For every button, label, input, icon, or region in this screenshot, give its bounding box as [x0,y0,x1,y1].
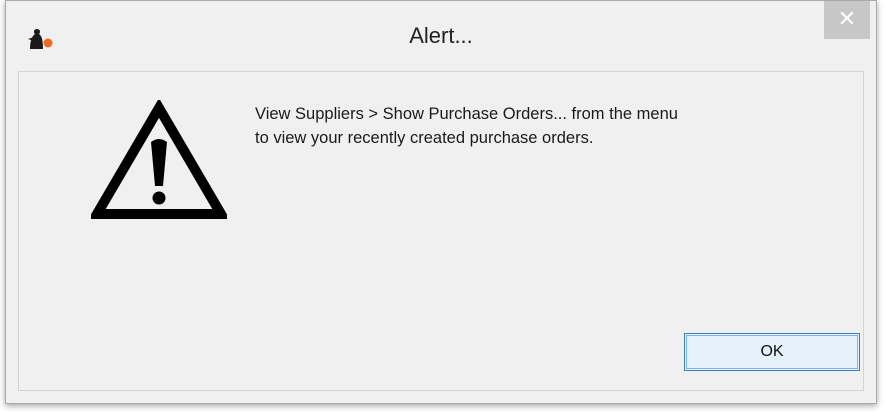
alert-dialog: Alert... ✕ View Suppliers > Show Purchas… [5,0,877,404]
message-line-1: View Suppliers > Show Purchase Orders...… [255,105,678,123]
dialog-title: Alert... [409,23,473,48]
alert-message: View Suppliers > Show Purchase Orders...… [255,102,855,150]
close-button[interactable]: ✕ [824,1,870,39]
ok-button[interactable]: OK [684,333,860,371]
warning-triangle-icon [91,100,227,219]
message-line-2: to view your recently created purchase o… [255,129,594,147]
dialog-content: View Suppliers > Show Purchase Orders...… [18,71,864,391]
title-bar[interactable]: Alert... ✕ [6,1,876,71]
close-icon: ✕ [837,7,857,32]
